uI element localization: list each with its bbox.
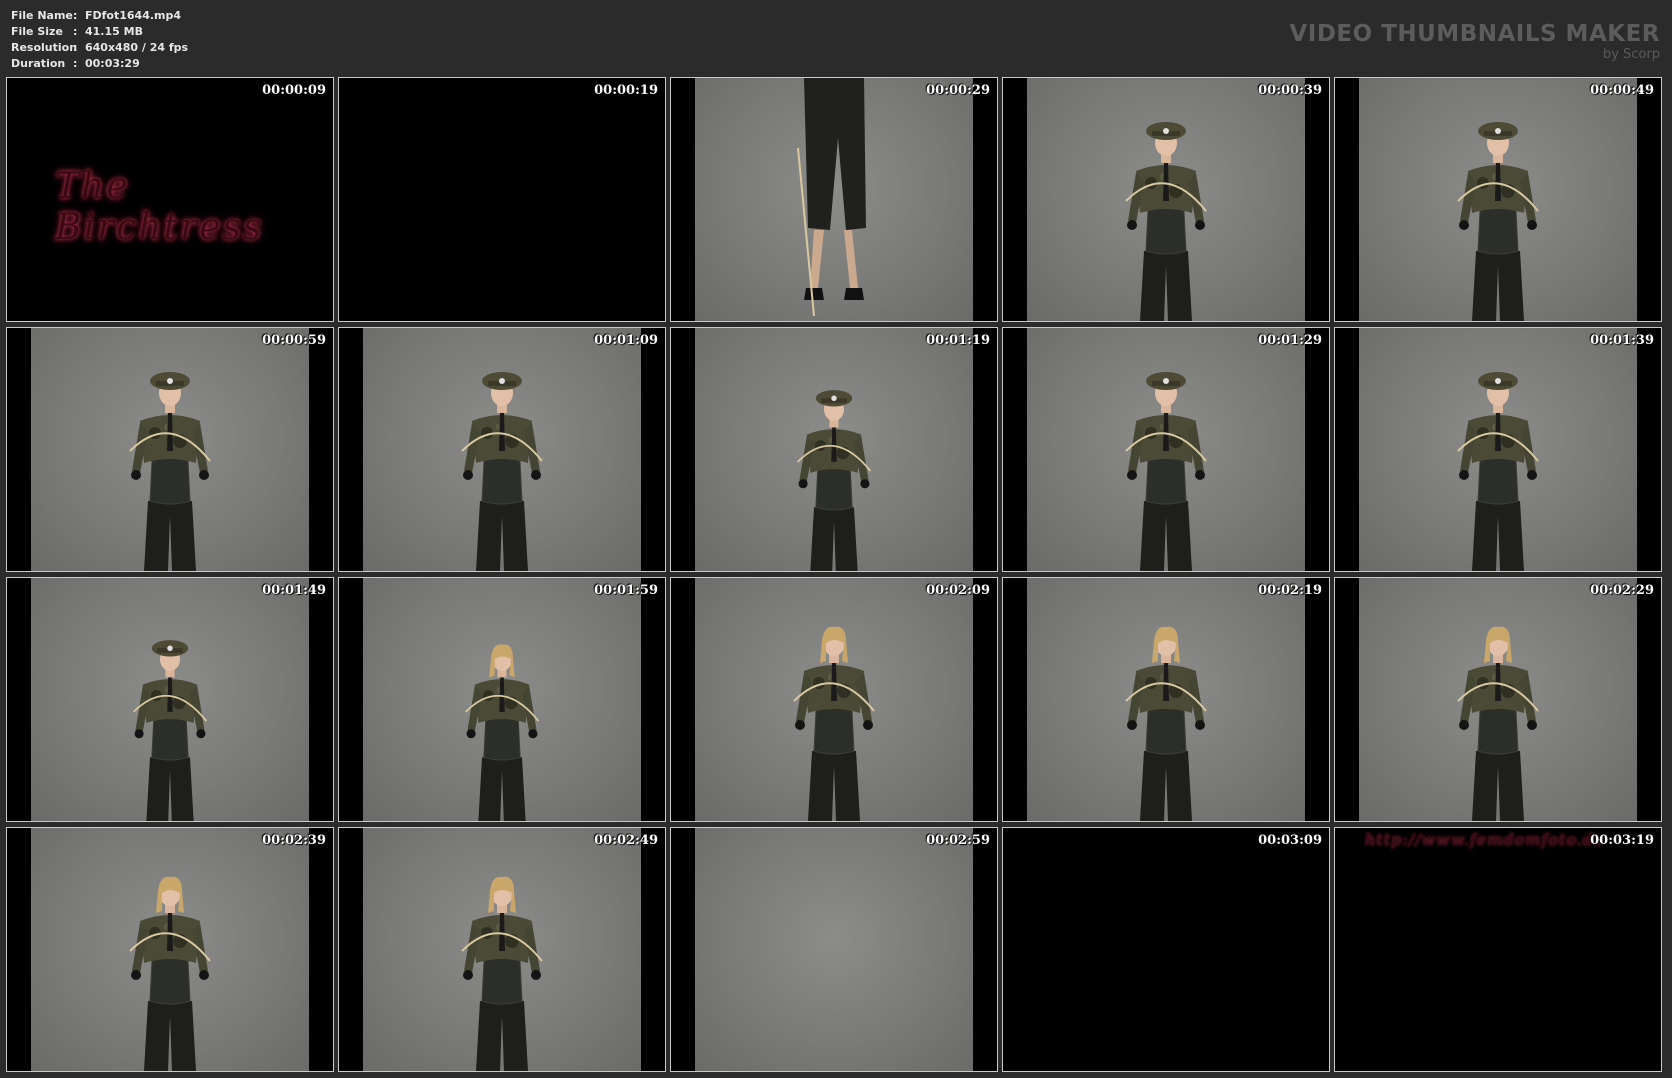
video-frame bbox=[695, 578, 973, 821]
figure-image bbox=[110, 851, 230, 1071]
title-overlay: The Birchtress bbox=[55, 166, 264, 248]
video-frame bbox=[695, 78, 973, 321]
thumbnail: 00:01:39 bbox=[1334, 327, 1662, 572]
figure-image bbox=[442, 851, 562, 1071]
thumbnail: 00:03:09 bbox=[1002, 827, 1330, 1072]
video-frame bbox=[695, 828, 973, 1071]
file-name-label: File Name bbox=[11, 9, 73, 22]
duration-label: Duration bbox=[11, 57, 66, 70]
video-frame bbox=[363, 828, 641, 1071]
timestamp: 00:02:29 bbox=[1590, 583, 1654, 598]
timestamp: 00:01:09 bbox=[594, 333, 658, 348]
video-frame bbox=[1027, 78, 1305, 321]
timestamp: 00:01:19 bbox=[926, 333, 990, 348]
figure-image bbox=[779, 371, 889, 571]
thumbnail: http://www.femdomfoto.de 00:03:19 bbox=[1334, 827, 1662, 1072]
figure-image bbox=[1106, 351, 1226, 571]
timestamp: 00:02:19 bbox=[1258, 583, 1322, 598]
thumbnail: 00:02:09 bbox=[670, 577, 998, 822]
file-size-label: File Size bbox=[11, 25, 63, 38]
thumbnail: 00:01:49 bbox=[6, 577, 334, 822]
resolution-value: 640x480 / 24 fps bbox=[85, 41, 189, 54]
duration-row: Duration : 00:03:29 bbox=[11, 56, 188, 72]
video-frame bbox=[1359, 578, 1637, 821]
timestamp: 00:03:09 bbox=[1258, 833, 1322, 848]
timestamp: 00:03:19 bbox=[1590, 833, 1654, 848]
video-frame bbox=[1359, 78, 1637, 321]
watermark-title: VIDEO THUMBNAILS MAKER bbox=[1289, 21, 1660, 47]
video-frame bbox=[1359, 328, 1637, 571]
timestamp: 00:01:59 bbox=[594, 583, 658, 598]
figure-image bbox=[1438, 101, 1558, 321]
timestamp: 00:02:09 bbox=[926, 583, 990, 598]
timestamp: 00:00:19 bbox=[594, 83, 658, 98]
thumbnail: 00:02:29 bbox=[1334, 577, 1662, 822]
timestamp: 00:02:59 bbox=[926, 833, 990, 848]
thumbnail: 00:00:29 bbox=[670, 77, 998, 322]
timestamp: 00:00:09 bbox=[262, 83, 326, 98]
timestamp: 00:00:49 bbox=[1590, 83, 1654, 98]
thumbnail: 00:00:49 bbox=[1334, 77, 1662, 322]
video-frame bbox=[31, 828, 309, 1071]
thumbnail: The Birchtress 00:00:09 bbox=[6, 77, 334, 322]
thumbnail: 00:02:19 bbox=[1002, 577, 1330, 822]
thumbnail: 00:02:49 bbox=[338, 827, 666, 1072]
file-info-panel: File Name : FDfot1644.mp4 File Size : 41… bbox=[11, 8, 188, 72]
figure-image bbox=[1438, 601, 1558, 821]
video-frame bbox=[695, 328, 973, 571]
video-frame bbox=[363, 578, 641, 821]
thumbnail: 00:00:59 bbox=[6, 327, 334, 572]
thumbnail: 00:01:29 bbox=[1002, 327, 1330, 572]
figure-image bbox=[774, 78, 894, 321]
timestamp: 00:01:39 bbox=[1590, 333, 1654, 348]
figure-image bbox=[1438, 351, 1558, 571]
figure-image bbox=[447, 621, 557, 821]
figure-image bbox=[442, 351, 562, 571]
figure-image bbox=[110, 351, 230, 571]
thumbnail-grid: The Birchtress 00:00:09 00:00:19 00:00:29 00… bbox=[6, 77, 1662, 1072]
thumbnail: 00:01:09 bbox=[338, 327, 666, 572]
timestamp: 00:00:59 bbox=[262, 333, 326, 348]
timestamp: 00:02:49 bbox=[594, 833, 658, 848]
video-frame bbox=[1027, 578, 1305, 821]
thumbnail: 00:01:19 bbox=[670, 327, 998, 572]
timestamp: 00:01:49 bbox=[262, 583, 326, 598]
thumbnail: 00:01:59 bbox=[338, 577, 666, 822]
duration-value: 00:03:29 bbox=[85, 57, 140, 70]
video-frame bbox=[31, 328, 309, 571]
file-size-row: File Size : 41.15 MB bbox=[11, 24, 188, 40]
figure-image bbox=[1106, 601, 1226, 821]
separator: : bbox=[73, 25, 78, 38]
thumbnail: 00:02:39 bbox=[6, 827, 334, 1072]
watermark-subtitle: by Scorp bbox=[1602, 47, 1660, 62]
thumbnail: 00:02:59 bbox=[670, 827, 998, 1072]
url-overlay: http://www.femdomfoto.de bbox=[1365, 830, 1605, 849]
video-frame bbox=[363, 328, 641, 571]
video-frame bbox=[31, 578, 309, 821]
separator: : bbox=[73, 41, 78, 54]
timestamp: 00:00:29 bbox=[926, 83, 990, 98]
timestamp: 00:01:29 bbox=[1258, 333, 1322, 348]
timestamp: 00:02:39 bbox=[262, 833, 326, 848]
resolution-label: Resolution bbox=[11, 41, 78, 54]
timestamp: 00:00:39 bbox=[1258, 83, 1322, 98]
thumbnail: 00:00:39 bbox=[1002, 77, 1330, 322]
separator: : bbox=[73, 9, 78, 22]
video-frame bbox=[1027, 328, 1305, 571]
watermark: VIDEO THUMBNAILS MAKER by Scorp bbox=[1289, 20, 1660, 62]
file-name-value: FDfot1644.mp4 bbox=[85, 9, 182, 22]
resolution-row: Resolution : 640x480 / 24 fps bbox=[11, 40, 188, 56]
figure-image bbox=[115, 621, 225, 821]
file-name-row: File Name : FDfot1644.mp4 bbox=[11, 8, 188, 24]
thumbnail: 00:00:19 bbox=[338, 77, 666, 322]
figure-image bbox=[774, 601, 894, 821]
file-size-value: 41.15 MB bbox=[85, 25, 143, 38]
separator: : bbox=[73, 57, 78, 70]
figure-image bbox=[1106, 101, 1226, 321]
